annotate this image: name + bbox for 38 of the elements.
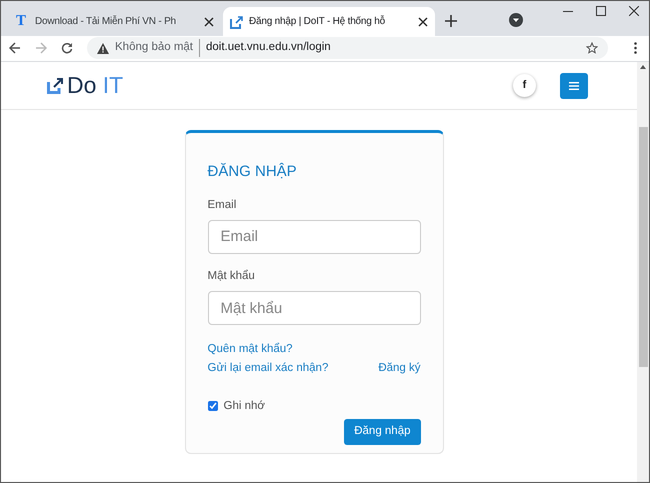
logo-icon — [47, 77, 64, 94]
forgot-password-link[interactable]: Quên mật khẩu? — [208, 341, 293, 358]
warning-icon — [97, 42, 109, 54]
dropdown-icon[interactable] — [509, 13, 523, 27]
site-logo[interactable]: Do IT — [67, 74, 124, 97]
close-icon[interactable] — [629, 6, 639, 16]
more-icon[interactable] — [634, 42, 637, 54]
scroll-up-icon[interactable] — [640, 65, 646, 69]
tab-title: Đăng nhập | DoIT - Hệ thống hỗ — [249, 14, 386, 29]
form-title: ĐĂNG NHẬP — [208, 162, 298, 182]
favicon: T — [16, 14, 28, 29]
logo-icon — [230, 14, 244, 28]
register-link[interactable]: Đăng ký — [378, 360, 420, 378]
back-icon[interactable] — [9, 42, 21, 54]
input-field[interactable]: Email — [208, 220, 420, 254]
reload-icon[interactable] — [61, 42, 73, 54]
maximize-icon[interactable] — [596, 6, 606, 16]
star-icon[interactable] — [586, 42, 598, 54]
login-button[interactable]: Đăng nhập — [344, 418, 420, 445]
remember-checkbox[interactable] — [208, 401, 218, 412]
url-text: doit.uet.vnu.edu.vn/login — [206, 40, 332, 56]
resend-email-link[interactable]: Gửi lại email xác nhận? — [208, 360, 328, 378]
menu-icon — [569, 82, 579, 90]
browser-tab[interactable]: Đăng nhập | DoIT - Hệ thống hỗ — [223, 7, 435, 36]
address-bar[interactable]: Không bảo mật doit.uet.vnu.edu.vn/login — [87, 37, 608, 59]
security-label: Không bảo mật — [115, 39, 200, 57]
minimize-icon[interactable] — [563, 11, 573, 13]
menu-button[interactable] — [560, 72, 588, 98]
new-tab-icon[interactable] — [445, 15, 457, 27]
input-field[interactable]: Mật khẩu — [208, 291, 420, 325]
facebook-button[interactable]: f — [513, 74, 536, 97]
field-label: Email — [208, 198, 238, 212]
tab-title: Download - Tải Miễn Phí VN - Ph — [35, 14, 177, 29]
close-icon[interactable] — [204, 16, 214, 26]
checkbox-label: Ghi nhớ — [224, 398, 265, 414]
field-label: Mật khẩu — [208, 268, 256, 284]
close-icon[interactable] — [418, 16, 428, 26]
scrollbar[interactable] — [637, 62, 649, 482]
